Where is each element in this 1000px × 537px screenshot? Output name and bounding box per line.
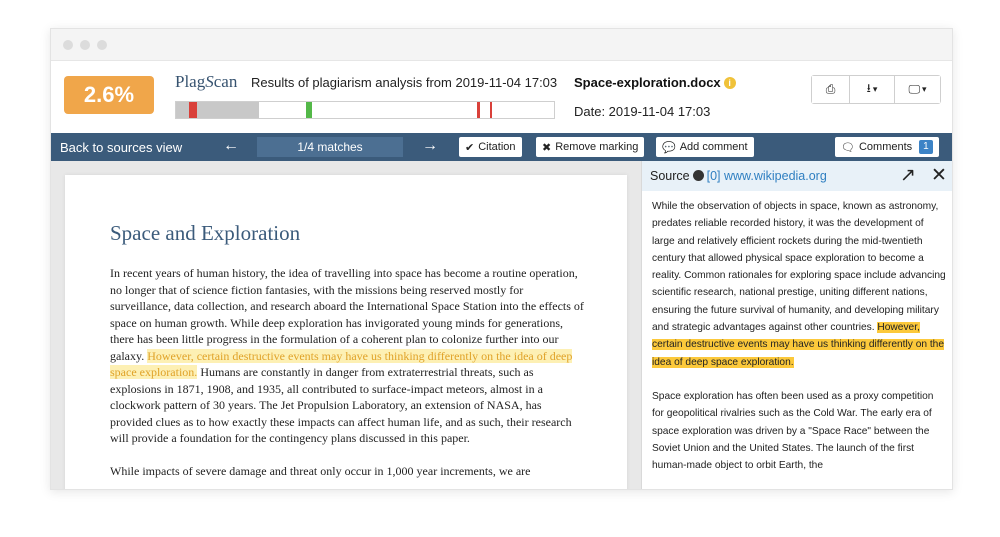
source-header: Source [0] www.wikipedia.org ↗ ✕ [642,161,952,191]
document-paragraph: In recent years of human history, the id… [110,265,586,447]
match-segment[interactable] [476,102,480,118]
window-dot-maximize[interactable] [97,40,107,50]
logo-part: Plag [175,72,206,91]
result-title: Results of plagiarism analysis from 2019… [251,75,558,90]
document-paragraph: While impacts of severe damage and threa… [110,463,531,478]
comment-icon: 💬 [662,141,676,154]
window-titlebar [51,29,952,61]
add-comment-label: Add comment [679,141,748,153]
display-button[interactable]: 🖵 ▾ [895,76,940,103]
comparison-area: Space and Exploration In recent years of… [51,161,952,489]
source-label: Source [0] www.wikipedia.org [650,169,827,183]
document-title: Space and Exploration [110,221,301,245]
filename-text: Space-exploration.docx [574,75,721,90]
comments-button[interactable]: 🗨 Comments 1 [835,137,939,157]
close-icon: ✖ [542,141,552,154]
citation-button[interactable]: ✔ Citation [459,137,522,157]
match-segment[interactable] [490,102,493,118]
monitor-icon: 🖵 [908,82,921,96]
match-segment[interactable] [306,102,313,118]
next-match-arrow-icon[interactable]: → [422,137,438,155]
chevron-down-icon: ▾ [922,84,927,94]
close-icon[interactable]: ✕ [931,164,947,187]
check-icon: ✔ [465,141,475,154]
print-button[interactable]: ⎙ [812,76,850,103]
plagscan-logo: PlagScan [175,72,237,92]
document-page: Space and Exploration In recent years of… [65,175,627,489]
download-button[interactable]: ⭳ ▾ [850,76,895,103]
source-paragraph: Space exploration has often been used as… [652,390,934,472]
source-text: While the observation of objects in spac… [652,201,946,334]
info-icon[interactable]: i [723,77,736,89]
match-distribution-bar[interactable] [175,101,555,119]
back-to-sources-link[interactable]: Back to sources view [60,140,182,155]
print-icon: ⎙ [825,82,836,96]
window-dot-close[interactable] [63,40,73,50]
report-header: 2.6% PlagScan Results of plagiarism anal… [51,61,952,133]
globe-icon [692,170,704,181]
app-window: 2.6% PlagScan Results of plagiarism anal… [50,28,953,490]
citation-label: Citation [478,141,516,153]
download-icon: ⭳ [866,81,871,95]
match-counter: 1/4 matches [257,137,403,157]
window-dot-minimize[interactable] [80,40,90,50]
comments-count-badge: 1 [919,140,933,154]
comments-icon: 🗨 [841,141,855,154]
similarity-score: 2.6% [64,76,154,114]
open-external-icon[interactable]: ↗ [900,164,916,187]
logo-part: S [205,72,214,91]
source-body: While the observation of objects in spac… [652,198,947,489]
document-date: Date: 2019-11-04 17:03 [574,104,711,119]
comments-label: Comments [858,141,913,153]
prev-match-arrow-icon[interactable]: ← [223,137,239,155]
logo-part: can [213,72,238,91]
document-body: In recent years of human history, the id… [110,265,586,489]
add-comment-button[interactable]: 💬 Add comment [656,137,754,157]
header-button-group: ⎙ ⭳ ▾ 🖵 ▾ [811,75,941,104]
source-panel: Source [0] www.wikipedia.org ↗ ✕ While th… [641,161,952,489]
remove-marking-label: Remove marking [555,141,639,153]
remove-marking-button[interactable]: ✖ Remove marking [536,137,645,157]
source-paragraph: While the observation of objects in spac… [652,198,947,371]
match-segment[interactable] [189,102,197,118]
match-toolbar: Back to sources view ← 1/4 matches → ✔ Ci… [51,133,952,161]
chevron-down-icon: ▾ [872,84,878,94]
source-label-text: Source [650,169,690,183]
source-link[interactable]: [0] www.wikipedia.org [707,169,827,183]
document-filename: Space-exploration.docx i [574,75,736,90]
